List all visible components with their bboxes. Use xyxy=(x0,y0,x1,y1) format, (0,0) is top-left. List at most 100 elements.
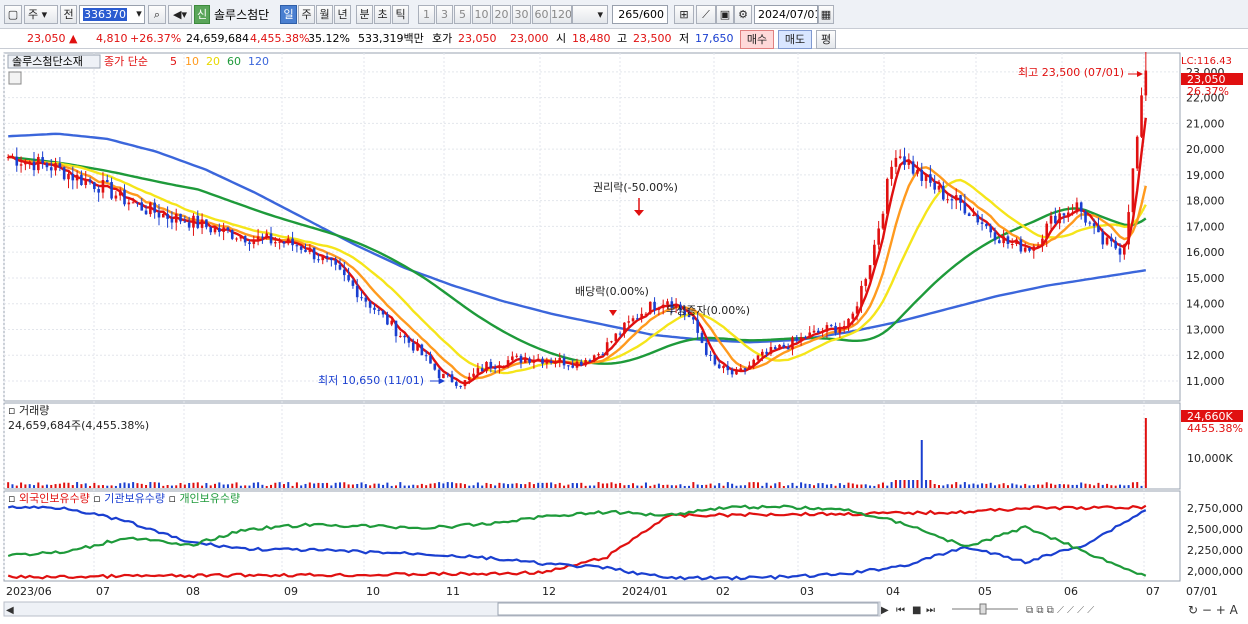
buy-button[interactable]: 매수 xyxy=(740,30,774,49)
volume-bar-10 xyxy=(50,484,53,488)
period-select[interactable]: 주 ▾ xyxy=(24,5,58,24)
candle-body-262 xyxy=(1135,136,1139,169)
period-tab-4[interactable]: 분 xyxy=(356,5,373,24)
rewind-icon[interactable]: ⏮ xyxy=(896,605,905,616)
scroll-right-icon[interactable]: ▶ xyxy=(881,605,889,616)
candle-body-56 xyxy=(248,242,251,245)
volume-bar-69 xyxy=(304,483,307,488)
candle-body-251 xyxy=(1088,222,1092,224)
chevron-down-icon[interactable]: ▾ xyxy=(132,5,146,24)
volume-bar-199 xyxy=(864,484,867,488)
volume-bar-186 xyxy=(808,484,811,488)
minute-tab-10[interactable]: 10 xyxy=(472,5,491,24)
period-tab-2[interactable]: 월 xyxy=(316,5,333,24)
minute-tab-3[interactable]: 3 xyxy=(436,5,453,24)
high-label: 고 xyxy=(617,32,628,45)
ma20-label: 20 xyxy=(206,55,220,68)
volume-bar-236 xyxy=(1024,483,1027,488)
candle-body-182 xyxy=(791,337,794,350)
volume-bar-255 xyxy=(1106,483,1109,488)
candle-body-103 xyxy=(450,374,454,383)
candle-body-24 xyxy=(110,181,113,199)
volume-bar-78 xyxy=(343,482,346,488)
zoom-slider-handle[interactable] xyxy=(979,603,987,615)
candle-body-34 xyxy=(153,202,156,213)
grid-toggle-icon[interactable] xyxy=(8,71,22,85)
avg-price-button[interactable]: 평 xyxy=(816,30,836,49)
candle-body-108 xyxy=(472,373,475,377)
time-label-4: 10 xyxy=(366,585,380,598)
price-tick-6: 17,000 xyxy=(1186,220,1225,233)
candle-body-53 xyxy=(235,238,238,240)
candle-body-92 xyxy=(403,335,406,338)
candle-type-icon[interactable]: ⊞ xyxy=(674,5,694,24)
minute-tab-30[interactable]: 30 xyxy=(512,5,531,24)
mode-select[interactable]: 전 xyxy=(60,5,77,24)
minute-tab-1[interactable]: 1 xyxy=(418,5,435,24)
candle-body-49 xyxy=(218,227,221,232)
candle-body-152 xyxy=(661,304,665,309)
candle-body-176 xyxy=(765,351,768,354)
period-tab-6[interactable]: 틱 xyxy=(392,5,409,24)
stop-icon[interactable]: ■ xyxy=(912,605,921,616)
save-icon[interactable]: ▣ xyxy=(716,5,734,24)
scrollbar-thumb[interactable] xyxy=(497,602,879,616)
volume-bar-79 xyxy=(347,484,350,488)
period-tab-1[interactable]: 주 xyxy=(298,5,315,24)
candle-body-175 xyxy=(761,351,764,356)
period-tab-3[interactable]: 년 xyxy=(334,5,351,24)
zoom-controls[interactable]: ↻ − + A xyxy=(1188,603,1239,617)
period-tab-0[interactable]: 일 xyxy=(280,5,297,24)
volume-bar-171 xyxy=(744,485,747,488)
calendar-icon[interactable]: ▦ xyxy=(818,5,834,24)
fast-forward-icon[interactable]: ⏭ xyxy=(926,605,935,616)
time-label-1: 07 xyxy=(96,585,110,598)
candle-body-149 xyxy=(648,301,652,314)
price-tag-pct: 26.37% xyxy=(1187,85,1229,98)
holdings-tick-3: 2,250,000 xyxy=(1187,544,1243,557)
price-tick-10: 13,000 xyxy=(1186,323,1225,336)
volume-bar-72 xyxy=(317,482,320,488)
candle-body-122 xyxy=(532,360,536,363)
volume-bar-226 xyxy=(981,483,984,488)
volume-bar-240 xyxy=(1041,484,1044,488)
gear-icon[interactable]: ⚙ xyxy=(734,5,752,24)
minute-tab-120[interactable]: 120 xyxy=(550,5,572,24)
candle-body-105 xyxy=(459,385,462,387)
ask1-value: 23,050 xyxy=(458,32,497,45)
candle-body-10 xyxy=(49,167,53,171)
candle-body-211 xyxy=(916,169,919,174)
stock-name: 솔루스첨단 xyxy=(214,8,270,22)
candle-body-97 xyxy=(424,355,428,357)
minute-custom-select[interactable]: ▾ xyxy=(572,5,608,24)
candle-body-26 xyxy=(118,189,122,196)
period-tab-5[interactable]: 초 xyxy=(374,5,391,24)
candle-body-81 xyxy=(355,285,359,298)
candle-body-20 xyxy=(93,182,96,190)
chart-area[interactable]: 23,000 22,000 21,000 20,000 19,000 18,000 17,0… xyxy=(0,50,1248,621)
volume-bar-259 xyxy=(1123,485,1126,488)
layout-icon[interactable]: ▢ xyxy=(4,5,22,24)
date-field[interactable]: 2024/07/01 xyxy=(754,5,818,24)
candle-body-218 xyxy=(946,199,949,201)
candle-body-207 xyxy=(898,156,902,158)
candle-body-93 xyxy=(407,337,411,343)
bar-count-field[interactable]: 265/600 xyxy=(612,5,668,24)
candle-body-45 xyxy=(200,219,204,228)
volume-bar-232 xyxy=(1006,485,1009,488)
draw-tool-icon[interactable]: ⟋ xyxy=(696,5,716,24)
candle-body-7 xyxy=(37,157,40,171)
volume-bar-131 xyxy=(571,483,574,488)
tool-icons[interactable]: ⧉ ⧉ ⧉ ⟋ ⟋ ⟋ ⟋ xyxy=(1026,605,1094,616)
minute-tab-5[interactable]: 5 xyxy=(454,5,471,24)
minute-tab-20[interactable]: 20 xyxy=(492,5,511,24)
candle-body-3 xyxy=(19,164,23,166)
search-icon[interactable]: ⌕ xyxy=(148,5,166,24)
candle-body-57 xyxy=(252,239,256,245)
minute-tab-60[interactable]: 60 xyxy=(532,5,551,24)
sell-button[interactable]: 매도 xyxy=(778,30,812,49)
candle-body-64 xyxy=(282,241,286,244)
speaker-icon[interactable]: ◀▾ xyxy=(168,5,192,24)
candle-body-219 xyxy=(950,199,954,201)
scroll-left-icon[interactable]: ◀ xyxy=(6,605,14,616)
